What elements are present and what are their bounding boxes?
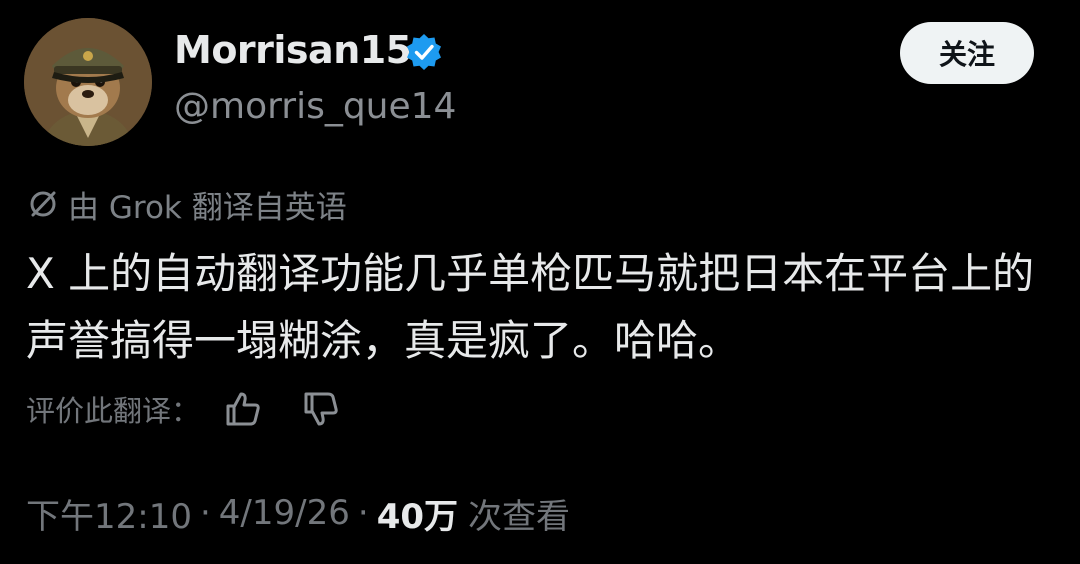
rate-translation-label: 评价此翻译： — [26, 394, 201, 428]
thumbs-up-icon[interactable] — [222, 388, 264, 430]
translate-slash-icon — [30, 191, 56, 217]
post-text: X 上的自动翻译功能几乎单枪匹马就把日本在平台上的声誉搞得一塌糊涂，真是疯了。哈… — [26, 249, 1035, 365]
post-date[interactable]: 4/19/26 — [219, 493, 350, 533]
meta-separator: · — [357, 493, 369, 533]
marmot-avatar-icon[interactable] — [24, 18, 152, 146]
meta-separator: · — [199, 493, 211, 533]
views-label: 次查看 — [468, 496, 571, 537]
translation-note: 由 Grok 翻译自英语 — [26, 182, 347, 226]
thumbs-down-icon[interactable] — [300, 388, 342, 430]
translation-note-text: 由 Grok 翻译自英语 — [68, 189, 347, 226]
views-count[interactable]: 40万 — [377, 489, 458, 538]
post-time[interactable]: 下午12:10 — [26, 489, 192, 538]
post-header: Morrisan15 @morris_que14 关注 — [0, 0, 1080, 160]
post-meta: 下午12:10 · 4/19/26 · 40万 次查看 — [26, 488, 570, 538]
rate-translation-row: 评价此翻译： — [26, 384, 342, 434]
author-handle[interactable]: @morris_que14 — [174, 86, 456, 127]
author-display-name[interactable]: Morrisan15 — [174, 28, 412, 72]
follow-button[interactable]: 关注 — [900, 22, 1034, 84]
verified-badge-icon — [407, 34, 441, 70]
